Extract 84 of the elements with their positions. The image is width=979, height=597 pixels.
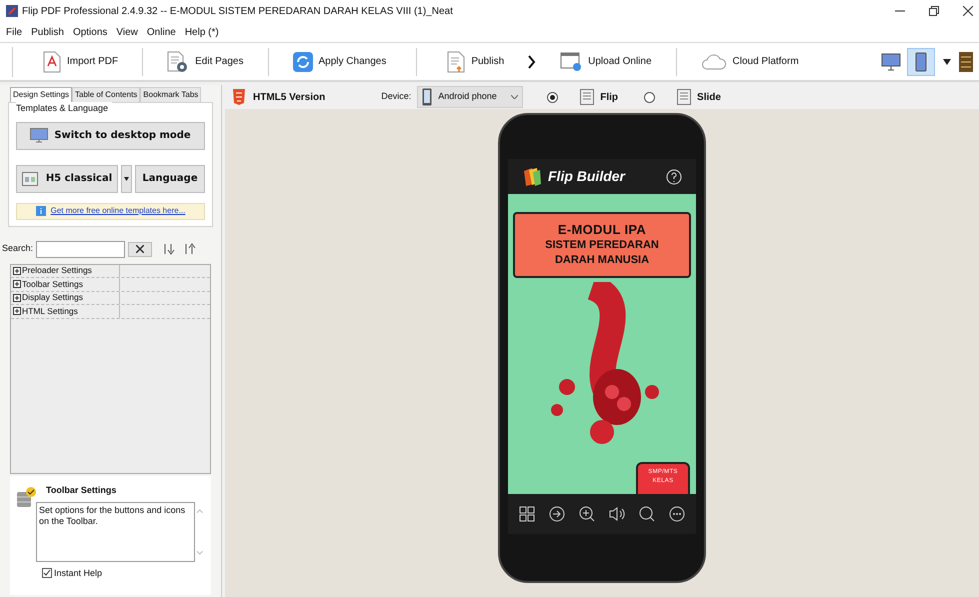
template-button[interactable]: H5 classical [16,164,118,192]
speaker-icon[interactable] [609,506,625,522]
plus-box-icon[interactable] [13,280,21,288]
phone-icon [422,88,432,106]
close-icon[interactable] [963,6,973,16]
toolbar-button[interactable]: Edit Pages [165,50,246,72]
refresh-icon [292,52,312,72]
instant-help-checkbox[interactable] [42,568,52,578]
book-page-icon [580,89,594,105]
help-title: Toolbar Settings [46,484,116,497]
device-label: Device: [381,90,412,104]
mode-radio[interactable] [644,92,656,102]
thumbnails-icon[interactable] [519,506,535,522]
plus-box-icon[interactable] [13,294,21,302]
menu-item[interactable]: Publish [31,24,64,40]
tree-item[interactable]: HTML Settings [11,305,120,318]
slides-icon [677,89,692,105]
cloud-icon [700,52,727,70]
mode-radio[interactable] [547,92,558,102]
instant-help-label: Instant Help [54,566,102,580]
menu-item[interactable]: Options [72,24,108,40]
mode-label[interactable]: Slide [697,90,721,104]
caret-icon [124,176,129,180]
tab[interactable]: Bookmark Tabs [140,87,202,102]
zoom-in-icon[interactable] [579,506,595,522]
toolbar-button[interactable]: Cloud Platform [698,52,801,70]
book-logo-icon [522,166,542,186]
info-icon [36,206,46,216]
help-icon[interactable] [666,168,682,184]
sort-descending-icon[interactable] [163,243,176,255]
brand-name: Flip Builder [548,167,625,186]
cover-title: E-MODUL IPA [558,222,646,238]
plus-box-icon[interactable] [13,266,21,275]
app-logo-icon [6,5,18,17]
template-icon [22,172,38,186]
close-icon [136,245,144,253]
group-title: Templates & Language [16,102,112,116]
cover-subtitle-line: DARAH MANUSIA [554,253,650,268]
search-field[interactable] [36,240,126,258]
document-upload-icon [447,50,466,72]
language-button[interactable]: Language [135,164,205,192]
search-label: Search: [2,242,34,256]
more-icon[interactable] [669,506,685,522]
help-text: Set options for the buttons and icons on the Toolbar. [36,502,196,562]
document-gear-icon [167,50,190,72]
switch-mode-button[interactable]: Switch to desktop mode [16,122,205,150]
dropdown-arrow-icon[interactable] [943,58,951,64]
toolbar-button[interactable]: Import PDF [41,50,120,72]
toolbar-button[interactable]: Upload Online [558,52,654,72]
tab[interactable]: Design Settings [10,87,72,102]
mode-label[interactable]: Flip [600,90,618,104]
device-dropdown[interactable]: Android phone [417,86,524,108]
toolbar-button[interactable]: Publish [445,50,506,72]
html5-icon [233,89,245,105]
preview-title: HTML5 Version [253,90,326,104]
tree-item[interactable]: Toolbar Settings [11,278,120,290]
sort-ascending-icon[interactable] [184,243,196,255]
restore-icon[interactable] [929,6,939,16]
search-icon[interactable] [639,506,655,522]
tree-item[interactable]: Display Settings [11,292,120,304]
bookshelf-icon[interactable] [959,52,973,72]
plus-box-icon[interactable] [13,307,21,316]
menu-item[interactable]: Online [146,24,176,40]
monitor-icon [881,52,901,70]
cover-subtitle-line: SISTEM PEREDARAN [545,238,659,253]
chevron-right-icon[interactable] [528,54,536,68]
menu-item[interactable]: Help (*) [184,24,219,40]
monitor-icon [30,128,48,143]
templates-link[interactable]: Get more free online templates here... [50,205,186,217]
database-check-icon [16,486,38,508]
chevron-down-icon [511,95,518,99]
menu-item[interactable]: View [116,24,138,40]
arrow-circle-icon[interactable] [549,506,565,522]
template-dropdown-button[interactable] [121,164,132,192]
toolbar-button[interactable]: Apply Changes [290,52,388,72]
menu-item[interactable]: File [6,24,22,40]
tab[interactable]: Table of Contents [72,87,140,102]
window-title: Flip PDF Professional 2.4.9.32 -- E-MODUL SISTEM PEREDARAN DARAH KELAS VIII (1)_Neat [22,4,453,18]
tree-item[interactable]: Preloader Settings [11,264,120,277]
phone-icon [915,52,927,72]
window-globe-icon [560,52,582,72]
mobile-view-button[interactable] [907,48,935,76]
clear-search-button[interactable] [128,242,152,256]
pdf-file-icon [43,50,61,72]
